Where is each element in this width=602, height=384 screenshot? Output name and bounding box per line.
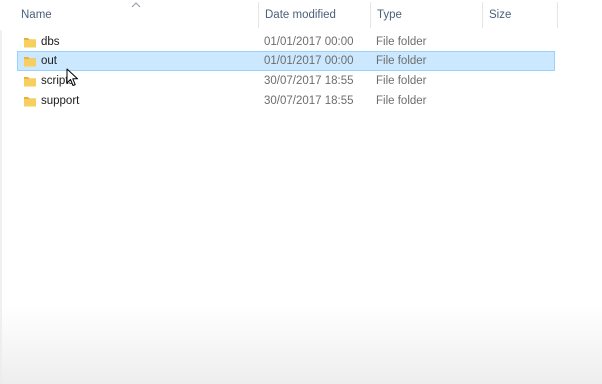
column-separator[interactable] — [258, 2, 259, 28]
file-row-out[interactable]: out 01/01/2017 00:00 File folder — [17, 51, 555, 71]
folder-icon — [24, 38, 36, 48]
column-separator[interactable] — [370, 2, 371, 28]
column-header-bar: Name Date modified Type Size — [0, 0, 560, 30]
file-type: File folder — [376, 36, 427, 48]
bottom-shadow — [0, 305, 602, 384]
file-name: out — [41, 55, 57, 67]
file-date-modified: 01/01/2017 00:00 — [264, 55, 354, 67]
folder-icon — [24, 97, 36, 107]
file-row-support[interactable]: support 30/07/2017 18:55 File folder — [17, 91, 555, 111]
file-date-modified: 01/01/2017 00:00 — [264, 36, 354, 48]
column-separator[interactable] — [482, 2, 483, 28]
column-header-date-modified[interactable]: Date modified — [265, 0, 336, 30]
file-date-modified: 30/07/2017 18:55 — [264, 95, 354, 107]
file-type: File folder — [376, 95, 427, 107]
file-type: File folder — [376, 55, 427, 67]
file-row-dbs[interactable]: dbs 01/01/2017 00:00 File folder — [17, 32, 555, 52]
column-header-size[interactable]: Size — [489, 0, 511, 30]
file-name: support — [41, 95, 80, 107]
file-name: scripts — [41, 75, 75, 87]
folder-icon — [24, 57, 36, 67]
sort-ascending-icon — [131, 2, 141, 8]
file-explorer-window: Name Date modified Type Size dbs 01/01/2… — [0, 0, 602, 384]
file-row-scripts[interactable]: scripts 30/07/2017 18:55 File folder — [17, 71, 555, 91]
file-type: File folder — [376, 75, 427, 87]
column-header-type[interactable]: Type — [377, 0, 402, 30]
column-separator[interactable] — [557, 2, 558, 28]
column-header-name[interactable]: Name — [21, 0, 52, 30]
folder-icon — [24, 77, 36, 87]
file-date-modified: 30/07/2017 18:55 — [264, 75, 354, 87]
file-name: dbs — [41, 36, 60, 48]
